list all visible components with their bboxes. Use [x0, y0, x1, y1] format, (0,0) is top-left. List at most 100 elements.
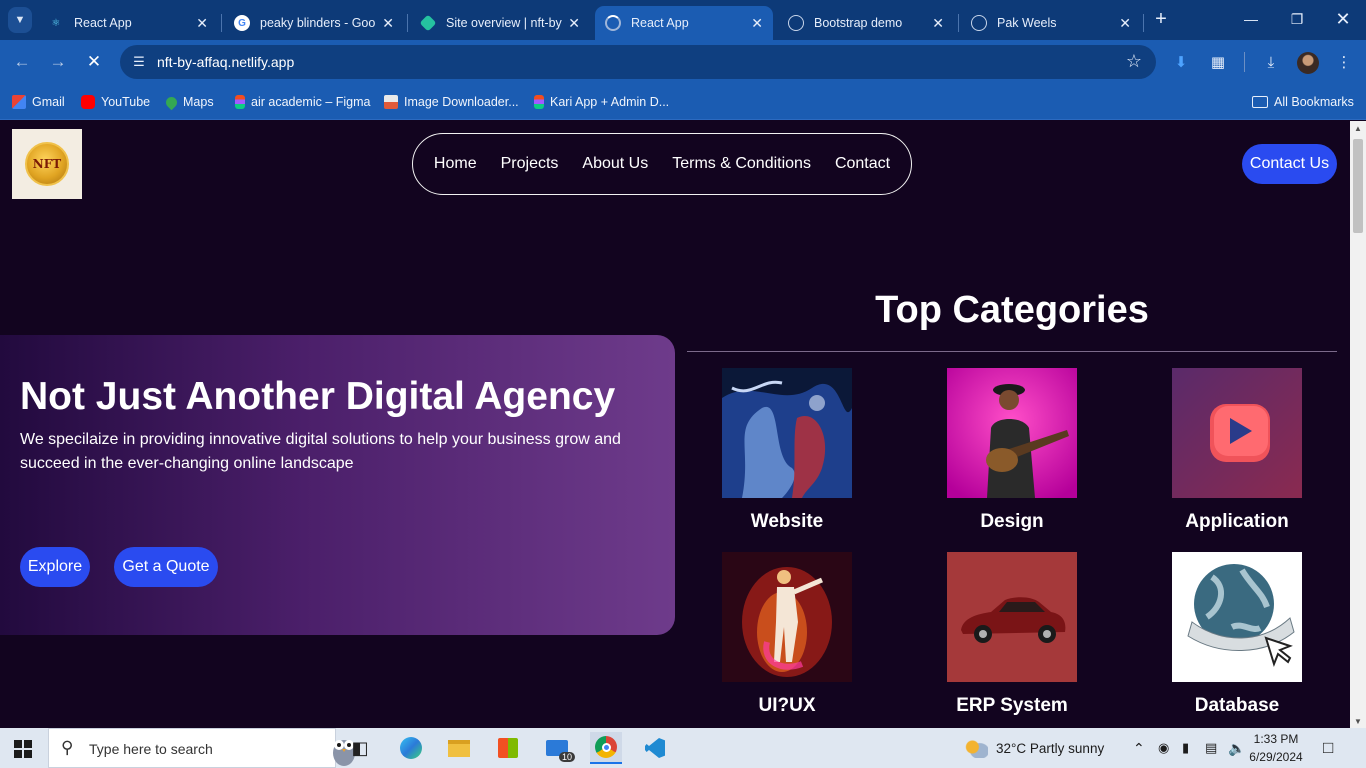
nft-coin-icon: NFT [25, 142, 69, 186]
edge-icon[interactable] [395, 732, 427, 764]
close-window-icon[interactable]: ✕ [1328, 8, 1358, 30]
bookmarks-bar: Gmail YouTube Maps air academic – Figma … [0, 84, 1366, 120]
category-image-design[interactable] [947, 368, 1077, 498]
top-categories-heading: Top Categories [875, 289, 1149, 331]
close-tab-icon[interactable]: ✕ [196, 15, 208, 32]
chrome-icon[interactable] [590, 732, 622, 764]
tab-react-app-active[interactable]: React App ✕ [595, 6, 773, 40]
nav-about-us[interactable]: About Us [582, 155, 648, 173]
windows-start-icon[interactable] [14, 740, 32, 758]
tab-pak-weels[interactable]: Pak Weels ✕ [961, 6, 1141, 40]
figma-icon [534, 95, 544, 109]
globe-icon [788, 15, 804, 31]
categories-divider [687, 351, 1337, 352]
all-bookmarks[interactable]: All Bookmarks [1252, 93, 1354, 111]
bookmark-youtube[interactable]: YouTube [81, 93, 150, 111]
close-tab-icon[interactable]: ✕ [751, 15, 763, 32]
figma-icon [235, 95, 245, 109]
notifications-icon[interactable]: □ [1323, 728, 1333, 768]
bookmark-image-downloader[interactable]: Image Downloader... [384, 93, 519, 111]
mail-icon[interactable]: 10 [541, 732, 575, 764]
download-extension-icon[interactable]: ⬇ [1170, 52, 1192, 74]
tab-site-overview[interactable]: Site overview | nft-by ✕ [410, 6, 590, 40]
react-icon: ⚛ [51, 17, 61, 29]
web-page: NFT Home Projects About Us Terms & Condi… [0, 121, 1350, 728]
tab-title: React App [74, 16, 132, 30]
get-a-quote-button[interactable]: Get a Quote [114, 547, 218, 587]
minimize-icon[interactable]: — [1236, 8, 1266, 30]
scroll-down-arrow-icon[interactable]: ▼ [1354, 717, 1362, 726]
bookmark-kari-app[interactable]: Kari App + Admin D... [534, 93, 669, 111]
category-image-application[interactable] [1172, 368, 1302, 498]
nav-projects[interactable]: Projects [501, 155, 559, 173]
stop-loading-icon[interactable]: ✕ [82, 50, 106, 74]
category-image-uiux[interactable] [722, 552, 852, 682]
tab-title: React App [631, 16, 689, 30]
youtube-icon [81, 95, 95, 109]
tab-bootstrap-demo[interactable]: Bootstrap demo ✕ [778, 6, 954, 40]
scroll-up-arrow-icon[interactable]: ▲ [1354, 124, 1362, 133]
downloads-icon[interactable]: ⤓ [1260, 52, 1282, 74]
bookmark-label: Kari App + Admin D... [550, 95, 670, 109]
close-tab-icon[interactable]: ✕ [932, 15, 944, 32]
category-label-database[interactable]: Database [1157, 695, 1317, 717]
hero-subtitle: We specilaize in providing innovative di… [20, 431, 621, 472]
category-label-application[interactable]: Application [1157, 511, 1317, 533]
task-view-icon[interactable]: ◧ [344, 732, 376, 764]
nav-home[interactable]: Home [434, 155, 477, 173]
close-tab-icon[interactable]: ✕ [382, 15, 394, 32]
microsoft-store-icon[interactable] [492, 732, 524, 764]
category-label-uiux[interactable]: UI?UX [707, 695, 867, 717]
category-label-erp[interactable]: ERP System [932, 695, 1092, 717]
menu-dots-icon[interactable]: ⋮ [1333, 52, 1355, 74]
dancers-image [722, 552, 852, 682]
contact-us-button[interactable]: Contact Us [1242, 144, 1337, 184]
site-settings-icon[interactable]: ☰ [130, 53, 148, 71]
back-arrow-icon[interactable]: ← [10, 50, 34, 74]
network-icon[interactable]: ▤ [1205, 728, 1217, 768]
tab-search-chevron-icon[interactable]: ▼ [8, 7, 32, 33]
address-url[interactable]: nft-by-affaq.netlify.app [157, 54, 294, 70]
site-logo[interactable]: NFT [12, 129, 82, 199]
vscode-icon[interactable] [639, 732, 671, 764]
bookmark-maps[interactable]: Maps [163, 93, 214, 111]
forward-arrow-icon[interactable]: → [46, 50, 70, 74]
system-clock[interactable]: 1:33 PM 6/29/2024 [1248, 730, 1304, 766]
show-hidden-icons[interactable]: ⌃ [1133, 728, 1145, 768]
weather-text: 32°C Partly sunny [996, 740, 1105, 756]
profile-avatar[interactable] [1297, 52, 1319, 74]
extensions-puzzle-icon[interactable]: ▦ [1207, 52, 1229, 74]
close-tab-icon[interactable]: ✕ [1119, 15, 1131, 32]
scroll-thumb[interactable] [1353, 139, 1363, 233]
volume-icon[interactable]: 🔈 [1228, 728, 1245, 768]
tab-separator [221, 14, 222, 32]
page-scrollbar[interactable]: ▲ ▼ [1350, 121, 1366, 728]
nav-terms-conditions[interactable]: Terms & Conditions [672, 155, 811, 173]
taskbar-search-placeholder[interactable]: Type here to search [89, 741, 213, 757]
bookmark-star-icon[interactable]: ☆ [1126, 51, 1142, 72]
bookmark-figma-air-academic[interactable]: air academic – Figma [235, 93, 371, 111]
play-button-image [1172, 368, 1302, 498]
weather-widget[interactable]: 32°C Partly sunny [964, 728, 1104, 768]
category-image-erp[interactable] [947, 552, 1077, 682]
nav-contact[interactable]: Contact [835, 155, 890, 173]
bookmark-gmail[interactable]: Gmail [12, 93, 65, 111]
tab-peaky-blinders[interactable]: G peaky blinders - Goo ✕ [224, 6, 404, 40]
file-explorer-icon[interactable] [443, 732, 475, 764]
restore-icon[interactable]: ❐ [1282, 8, 1312, 30]
explore-button[interactable]: Explore [20, 547, 90, 587]
clock-date: 6/29/2024 [1249, 750, 1303, 764]
meet-now-icon[interactable]: ◉ [1158, 728, 1169, 768]
clock-time: 1:33 PM [1253, 732, 1299, 746]
taskbar-search-box[interactable]: ⚲ Type here to search [48, 728, 355, 768]
guitarist-image [947, 368, 1077, 498]
category-image-database[interactable] [1172, 552, 1302, 682]
category-label-website[interactable]: Website [707, 511, 867, 533]
address-bar[interactable]: ☰ nft-by-affaq.netlify.app ☆ [120, 45, 1156, 79]
tab-react-app-1[interactable]: ⚛ React App ✕ [38, 6, 218, 40]
close-tab-icon[interactable]: ✕ [568, 15, 580, 32]
new-tab-plus-icon[interactable]: + [1150, 8, 1172, 30]
category-image-website[interactable] [722, 368, 852, 498]
category-label-design[interactable]: Design [932, 511, 1092, 533]
battery-icon[interactable]: ▮ [1182, 728, 1189, 768]
